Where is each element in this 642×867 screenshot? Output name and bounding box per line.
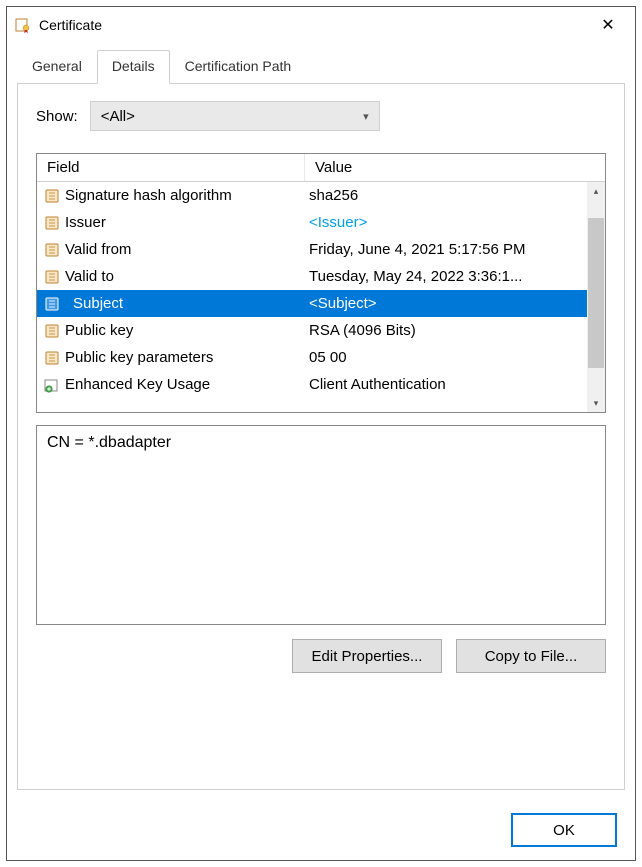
extension-icon — [43, 377, 61, 393]
row-field: Public key parameters — [65, 349, 305, 366]
window-title: Certificate — [39, 17, 585, 33]
row-field: Issuer — [65, 214, 305, 231]
row-value: sha256 — [305, 187, 587, 204]
list-row[interactable]: Enhanced Key UsageClient Authentication — [37, 371, 587, 398]
row-field: Enhanced Key Usage — [65, 376, 305, 393]
ok-button[interactable]: OK — [511, 813, 617, 847]
fields-listbox: Field Value Signature hash algorithmsha2… — [36, 153, 606, 413]
row-field: Valid from — [65, 241, 305, 258]
show-label: Show: — [36, 108, 78, 125]
list-row[interactable]: Signature hash algorithmsha256 — [37, 182, 587, 209]
row-value: 05 00 — [305, 349, 587, 366]
show-selected-value: <All> — [101, 108, 135, 125]
row-field: Valid to — [65, 268, 305, 285]
show-dropdown[interactable]: <All> ▾ — [90, 101, 380, 131]
property-icon — [43, 215, 61, 231]
list-row[interactable]: Issuer<Issuer> — [37, 209, 587, 236]
certificate-window: Certificate ✕ General Details Certificat… — [6, 6, 636, 861]
property-icon — [43, 296, 61, 312]
list-row[interactable]: Public key parameters05 00 — [37, 344, 587, 371]
list-row[interactable]: Subject<Subject> — [37, 290, 587, 317]
row-value: Client Authentication — [305, 376, 587, 393]
close-button[interactable]: ✕ — [585, 9, 631, 41]
scroll-up-button[interactable]: ▴ — [587, 182, 605, 200]
tab-details[interactable]: Details — [97, 50, 170, 84]
certificate-icon — [15, 17, 31, 33]
tab-strip: General Details Certification Path — [17, 50, 625, 84]
property-icon — [43, 269, 61, 285]
list-row[interactable]: Public keyRSA (4096 Bits) — [37, 317, 587, 344]
header-value[interactable]: Value — [305, 154, 605, 181]
content-area: General Details Certification Path Show:… — [7, 43, 635, 800]
chevron-down-icon: ▾ — [363, 110, 369, 123]
details-panel: Show: <All> ▾ Field Value Signature hash… — [17, 83, 625, 790]
scroll-thumb[interactable] — [588, 218, 604, 368]
vertical-scrollbar[interactable]: ▴ ▾ — [587, 182, 605, 412]
row-field: Public key — [65, 322, 305, 339]
tab-certification-path[interactable]: Certification Path — [170, 50, 307, 83]
row-value: Friday, June 4, 2021 5:17:56 PM — [305, 241, 587, 258]
property-icon — [43, 188, 61, 204]
dialog-footer: OK — [7, 800, 635, 860]
property-icon — [43, 242, 61, 258]
header-field[interactable]: Field — [37, 154, 305, 181]
row-field: Subject — [65, 295, 305, 312]
property-icon — [43, 323, 61, 339]
rows-container: Signature hash algorithmsha256Issuer<Iss… — [37, 182, 587, 412]
list-header-row: Field Value — [37, 154, 605, 182]
close-icon: ✕ — [601, 15, 614, 35]
row-value: <Subject> — [305, 295, 587, 312]
action-row: Edit Properties... Copy to File... — [36, 639, 606, 673]
detail-textbox[interactable]: CN = *.dbadapter — [36, 425, 606, 625]
list-scroll-area: Signature hash algorithmsha256Issuer<Iss… — [37, 182, 605, 412]
row-value: <Issuer> — [305, 214, 587, 231]
edit-properties-button[interactable]: Edit Properties... — [292, 639, 442, 673]
show-filter-row: Show: <All> ▾ — [36, 101, 606, 131]
row-value: RSA (4096 Bits) — [305, 322, 587, 339]
copy-to-file-button[interactable]: Copy to File... — [456, 639, 606, 673]
row-field: Signature hash algorithm — [65, 187, 305, 204]
scroll-down-button[interactable]: ▾ — [587, 394, 605, 412]
property-icon — [43, 350, 61, 366]
list-row[interactable]: Valid fromFriday, June 4, 2021 5:17:56 P… — [37, 236, 587, 263]
titlebar: Certificate ✕ — [7, 7, 635, 43]
row-value: Tuesday, May 24, 2022 3:36:1... — [305, 268, 587, 285]
tab-general[interactable]: General — [17, 50, 97, 83]
list-row[interactable]: Valid toTuesday, May 24, 2022 3:36:1... — [37, 263, 587, 290]
